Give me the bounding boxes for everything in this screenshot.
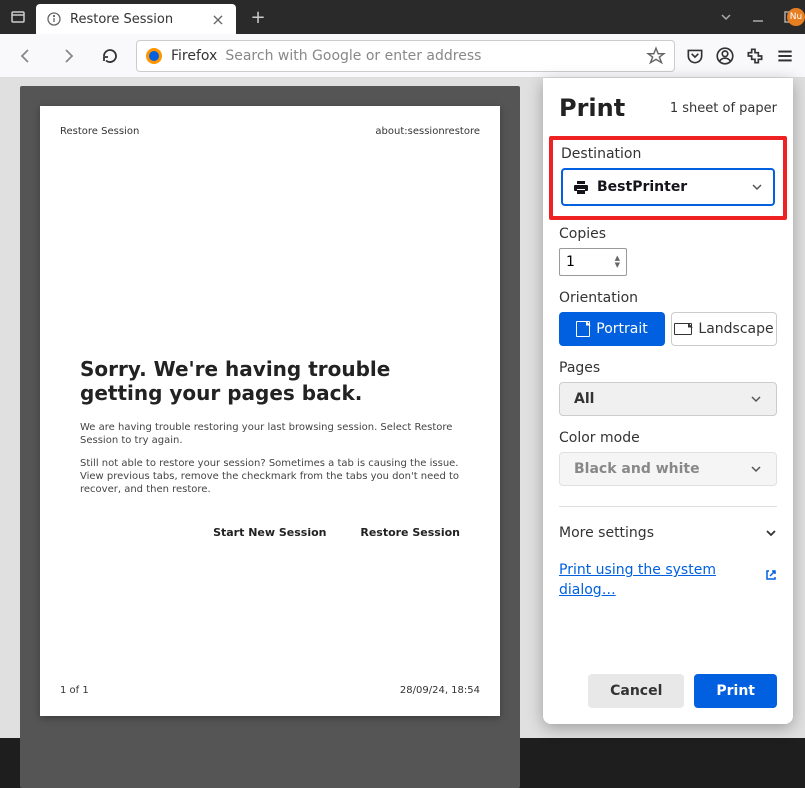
page-action-restore: Restore Session: [360, 526, 460, 539]
firefox-icon: [145, 47, 163, 65]
printer-icon: [573, 179, 589, 195]
copies-label: Copies: [559, 226, 777, 242]
more-settings-label: More settings: [559, 525, 654, 541]
landscape-label: Landscape: [698, 321, 773, 337]
page-paragraph-1: We are having trouble restoring your las…: [80, 421, 460, 447]
cancel-button[interactable]: Cancel: [588, 674, 684, 708]
bookmark-star-icon[interactable]: [646, 46, 666, 66]
new-tab-button[interactable]: +: [244, 3, 272, 31]
url-bar[interactable]: Firefox Search with Google or enter addr…: [136, 40, 675, 72]
preview-page: Restore Session about:sessionrestore Sor…: [40, 106, 500, 716]
chevron-down-icon: [751, 181, 763, 193]
page-action-new-session: Start New Session: [213, 526, 326, 539]
info-icon: [46, 11, 62, 27]
orientation-label: Orientation: [559, 290, 777, 306]
forward-button[interactable]: [52, 40, 84, 72]
pages-select[interactable]: All: [559, 382, 777, 416]
system-dialog-link[interactable]: Print using the system dialog…: [559, 561, 729, 600]
titlebar: Restore Session × + Nu: [0, 0, 805, 34]
chevron-down-icon: [750, 393, 762, 405]
minimize-icon[interactable]: [751, 10, 765, 24]
search-placeholder: Search with Google or enter address: [225, 48, 638, 64]
divider: [559, 506, 777, 507]
sheet-count: 1 sheet of paper: [670, 101, 777, 116]
extensions-icon[interactable]: [745, 46, 765, 66]
landscape-icon: [674, 323, 692, 335]
toolbar: Firefox Search with Google or enter addr…: [0, 34, 805, 78]
portrait-button[interactable]: Portrait: [559, 312, 665, 346]
destination-label: Destination: [561, 146, 775, 162]
destination-select[interactable]: BestPrinter: [561, 168, 775, 206]
print-dialog: Print 1 sheet of paper Destination BestP…: [543, 78, 793, 724]
app-menu-icon[interactable]: [8, 7, 28, 27]
menu-icon[interactable]: [775, 46, 795, 66]
pages-label: Pages: [559, 360, 777, 376]
more-settings-toggle[interactable]: More settings: [559, 521, 777, 545]
pocket-icon[interactable]: [685, 46, 705, 66]
notification-badge: Nu: [787, 8, 805, 26]
copies-input[interactable]: 1 ▲▼: [559, 248, 627, 276]
dropdown-icon[interactable]: [719, 10, 733, 24]
url-brand: Firefox: [171, 48, 217, 64]
pages-value: All: [574, 391, 594, 407]
page-footer-date: 28/09/24, 18:54: [400, 685, 480, 696]
page-heading: Sorry. We're having trouble getting your…: [80, 357, 460, 405]
chevron-down-icon: [765, 527, 777, 539]
color-mode-value: Black and white: [574, 461, 700, 477]
browser-tab[interactable]: Restore Session ×: [36, 4, 236, 34]
destination-highlight: Destination BestPrinter: [549, 136, 787, 220]
page-paragraph-2: Still not able to restore your session? …: [80, 457, 460, 496]
page-footer-count: 1 of 1: [60, 685, 89, 696]
color-mode-select: Black and white: [559, 452, 777, 486]
portrait-label: Portrait: [596, 321, 647, 337]
chevron-down-icon: [750, 463, 762, 475]
reload-button[interactable]: [94, 40, 126, 72]
spinner-icon[interactable]: ▲▼: [615, 255, 620, 269]
print-preview: Restore Session about:sessionrestore Sor…: [20, 86, 520, 788]
print-title: Print: [559, 94, 625, 122]
landscape-button[interactable]: Landscape: [671, 312, 777, 346]
portrait-icon: [576, 321, 590, 337]
tab-close-icon[interactable]: ×: [210, 11, 226, 27]
back-button[interactable]: [10, 40, 42, 72]
page-header-title: Restore Session: [60, 126, 139, 137]
external-link-icon: [765, 569, 777, 581]
account-icon[interactable]: [715, 46, 735, 66]
tab-title: Restore Session: [70, 12, 202, 27]
destination-value: BestPrinter: [597, 179, 743, 195]
color-mode-label: Color mode: [559, 430, 777, 446]
copies-value: 1: [566, 254, 575, 270]
page-header-url: about:sessionrestore: [375, 126, 480, 137]
print-button[interactable]: Print: [694, 674, 777, 708]
